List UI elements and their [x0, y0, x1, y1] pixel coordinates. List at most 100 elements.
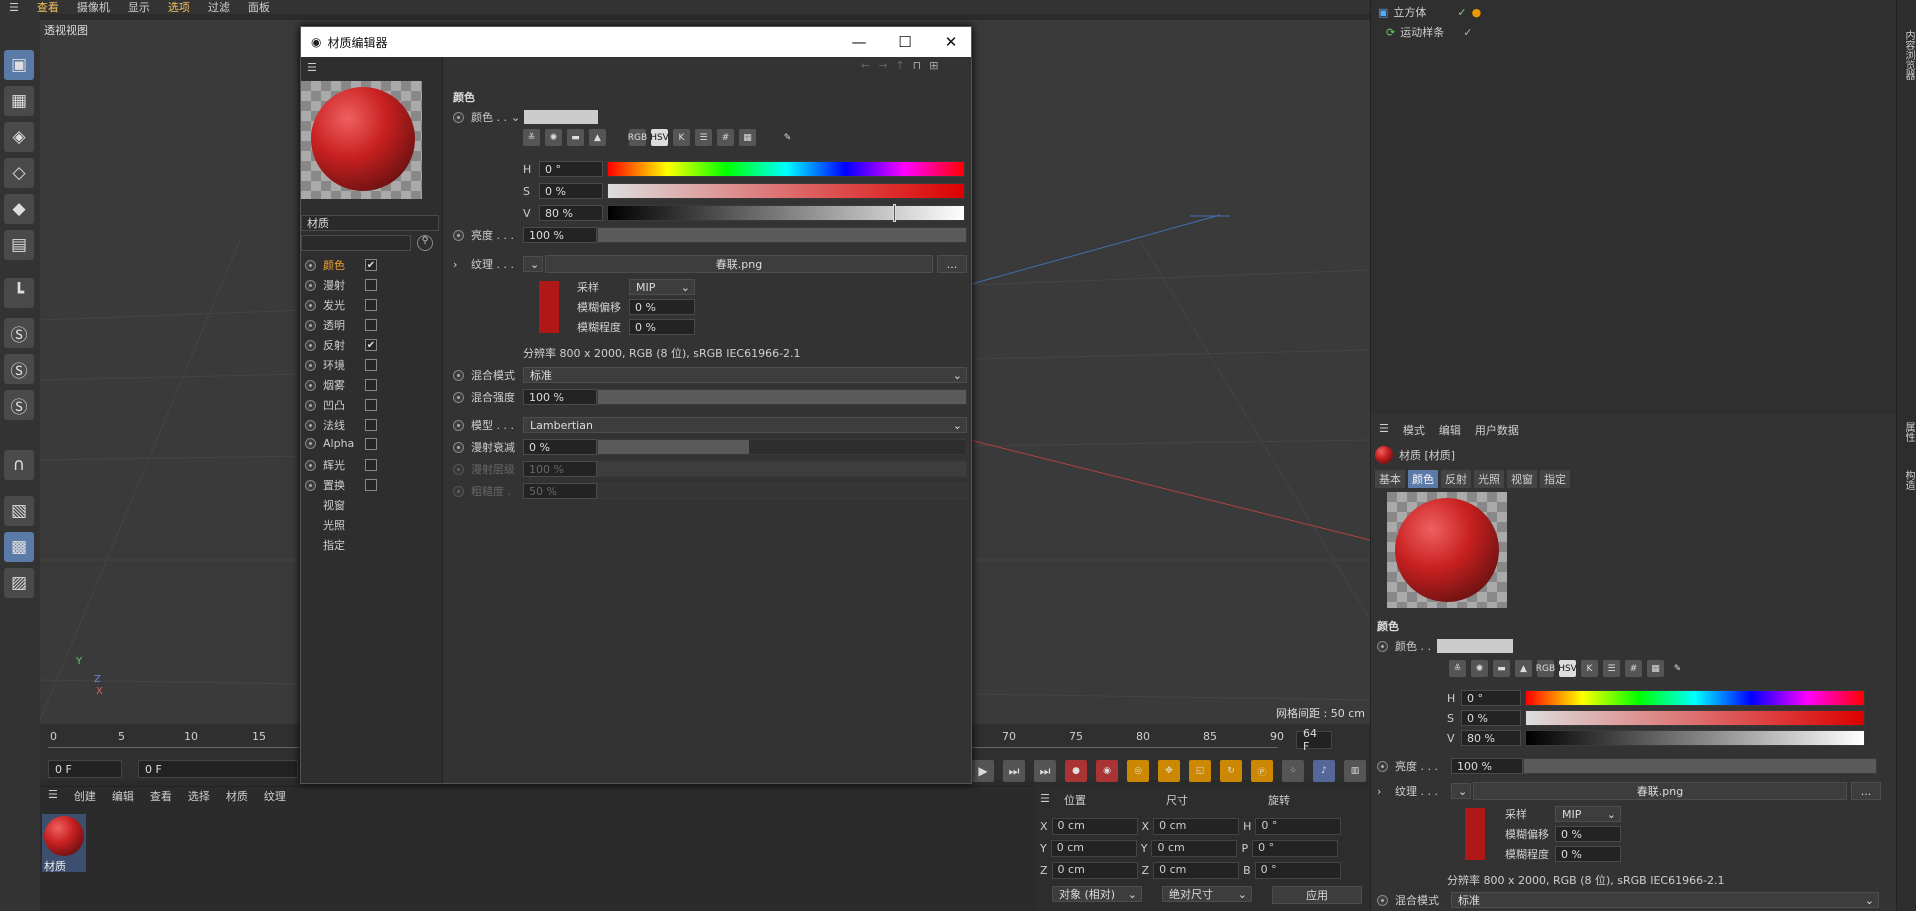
animate-radio[interactable]	[305, 279, 316, 291]
sound-icon[interactable]: ♪	[1313, 760, 1335, 782]
rot-b-field[interactable]: 0 °	[1254, 862, 1341, 879]
tab-illumination[interactable]: 光照	[1474, 470, 1504, 488]
attr-saturation-slider[interactable]	[1525, 710, 1865, 726]
locked-workplane-icon[interactable]: ▩	[4, 532, 34, 562]
autokey-icon[interactable]: ◉	[1096, 760, 1118, 782]
sampling-select[interactable]: MIP ⌄	[629, 279, 695, 295]
channel-bump[interactable]: 凹凸	[305, 397, 425, 413]
start-frame-field[interactable]: 0 F	[48, 760, 122, 778]
menu-filter[interactable]: 过滤	[199, 0, 239, 15]
channel-illumination[interactable]: 光照	[323, 517, 345, 533]
polygon-mode-icon[interactable]: ◆	[4, 194, 34, 224]
up-arrow-icon[interactable]: ↑	[895, 59, 904, 72]
brightness-field[interactable]: 100 %	[523, 227, 597, 243]
forward-arrow-icon[interactable]: →	[878, 59, 887, 72]
animate-radio[interactable]	[305, 459, 316, 471]
pla-key-icon[interactable]: ⁘	[1282, 760, 1304, 782]
mixer-icon[interactable]: ☰	[695, 129, 712, 146]
menu-icon[interactable]: ☰	[307, 61, 317, 74]
mm-create[interactable]: 创建	[66, 788, 104, 804]
tab-reflection[interactable]: 反射	[1441, 470, 1471, 488]
axis-icon[interactable]: ┗	[4, 278, 34, 308]
menu-icon[interactable]: ☰	[1379, 422, 1389, 438]
eyedropper-icon[interactable]: ✎	[1669, 660, 1686, 677]
blur-offset-field[interactable]: 0 %	[629, 299, 695, 315]
attr-s-field[interactable]: 0 %	[1461, 710, 1521, 726]
visible-check-icon[interactable]: ✓	[1463, 26, 1472, 39]
spectrum-icon[interactable]: ▬	[567, 129, 584, 146]
channel-reflectance[interactable]: 反射 ✔	[305, 337, 425, 353]
channel-checkbox[interactable]	[365, 399, 377, 411]
menu-camera[interactable]: 摄像机	[68, 0, 119, 15]
rgb-mode-icon[interactable]: RGB	[628, 129, 647, 146]
channel-luminance[interactable]: 发光	[305, 297, 425, 313]
animate-radio[interactable]	[305, 379, 316, 391]
rgb-mode-icon[interactable]: RGB	[1536, 660, 1555, 677]
color-swatch[interactable]	[524, 110, 599, 124]
spectrum-icon[interactable]: ▬	[1493, 660, 1510, 677]
attr-mode[interactable]: 模式	[1403, 422, 1425, 438]
swatches-icon[interactable]: ▦	[739, 129, 756, 146]
animate-radio[interactable]	[1377, 760, 1388, 772]
s-field[interactable]: 0 %	[539, 183, 603, 199]
hex-icon[interactable]: #	[1625, 660, 1642, 677]
channel-alpha[interactable]: Alpha	[305, 437, 425, 450]
channel-checkbox[interactable]	[365, 437, 377, 450]
animate-radio[interactable]	[453, 391, 464, 403]
attr-edit[interactable]: 编辑	[1439, 422, 1461, 438]
object-row-mograph-spline[interactable]: ⟳ 运动样条 ✓	[1378, 24, 1472, 40]
h-field[interactable]: 0 °	[539, 161, 603, 177]
texture-file-button[interactable]: 春联.png	[545, 255, 933, 273]
back-arrow-icon[interactable]: ←	[861, 59, 870, 72]
menu-icon[interactable]: ☰	[0, 1, 28, 14]
mm-select[interactable]: 选择	[180, 788, 218, 804]
channel-diffusion[interactable]: 漫射	[305, 277, 425, 293]
tab-color[interactable]: 颜色	[1408, 470, 1438, 488]
color-wheel-icon[interactable]: ✺	[545, 129, 562, 146]
lock-icon[interactable]: ⊓	[913, 59, 922, 72]
eyedropper-icon[interactable]: ✎	[779, 129, 796, 146]
image-picker-icon[interactable]: ▲	[589, 129, 606, 146]
mm-view[interactable]: 查看	[142, 788, 180, 804]
menu-options[interactable]: 选项	[159, 0, 199, 15]
channel-normal[interactable]: 法线	[305, 417, 425, 433]
rot-p-field[interactable]: 0 °	[1252, 840, 1339, 857]
attr-hue-slider[interactable]	[1525, 690, 1865, 706]
tab-attributes[interactable]: 属性	[1901, 422, 1916, 442]
channel-transparency[interactable]: 透明	[305, 317, 425, 333]
mm-edit[interactable]: 编辑	[104, 788, 142, 804]
channel-checkbox[interactable]	[365, 479, 377, 491]
animate-radio[interactable]	[305, 438, 316, 449]
tab-content-browser[interactable]: 内容浏览器	[1901, 30, 1916, 80]
close-icon[interactable]: ✕	[928, 27, 974, 57]
color-wheel-icon[interactable]: ✺	[1471, 660, 1488, 677]
expand-icon[interactable]: ›	[453, 258, 471, 271]
material-preview[interactable]	[301, 81, 422, 199]
blend-strength-slider[interactable]	[597, 389, 967, 405]
channel-viewport[interactable]: 视窗	[323, 497, 345, 513]
magnet-icon[interactable]: ∩	[4, 450, 34, 480]
pos-y-field[interactable]: 0 cm	[1050, 840, 1137, 857]
kelvin-mode-icon[interactable]: K	[1581, 660, 1598, 677]
goto-end-icon[interactable]: ⏭	[1034, 760, 1056, 782]
channel-fog[interactable]: 烟雾	[305, 377, 425, 393]
size-z-field[interactable]: 0 cm	[1153, 862, 1240, 879]
parameter-key-icon[interactable]: Ⓟ	[1251, 760, 1273, 782]
animate-radio[interactable]	[305, 339, 316, 351]
search-icon[interactable]: ⚲	[417, 235, 433, 251]
channel-checkbox[interactable]: ✔	[365, 259, 377, 271]
snap-grid-icon[interactable]: Ⓢ	[4, 390, 34, 420]
material-thumbnail[interactable]: 材质	[42, 814, 86, 873]
brightness-slider[interactable]	[597, 227, 967, 243]
workplane-mode-icon[interactable]: ▨	[4, 568, 34, 598]
animate-radio[interactable]	[1377, 894, 1388, 906]
size-y-field[interactable]: 0 cm	[1151, 840, 1238, 857]
new-window-icon[interactable]: ⊞	[929, 59, 938, 72]
channel-color[interactable]: 颜色 ✔	[305, 257, 425, 273]
animate-radio[interactable]	[1377, 640, 1388, 652]
maximize-icon[interactable]: ☐	[882, 27, 928, 57]
tag-icon[interactable]: ●	[1472, 6, 1482, 19]
channel-checkbox[interactable]	[365, 379, 377, 391]
animate-radio[interactable]	[305, 319, 316, 331]
keyframe-select-icon[interactable]: ◎	[1127, 760, 1149, 782]
